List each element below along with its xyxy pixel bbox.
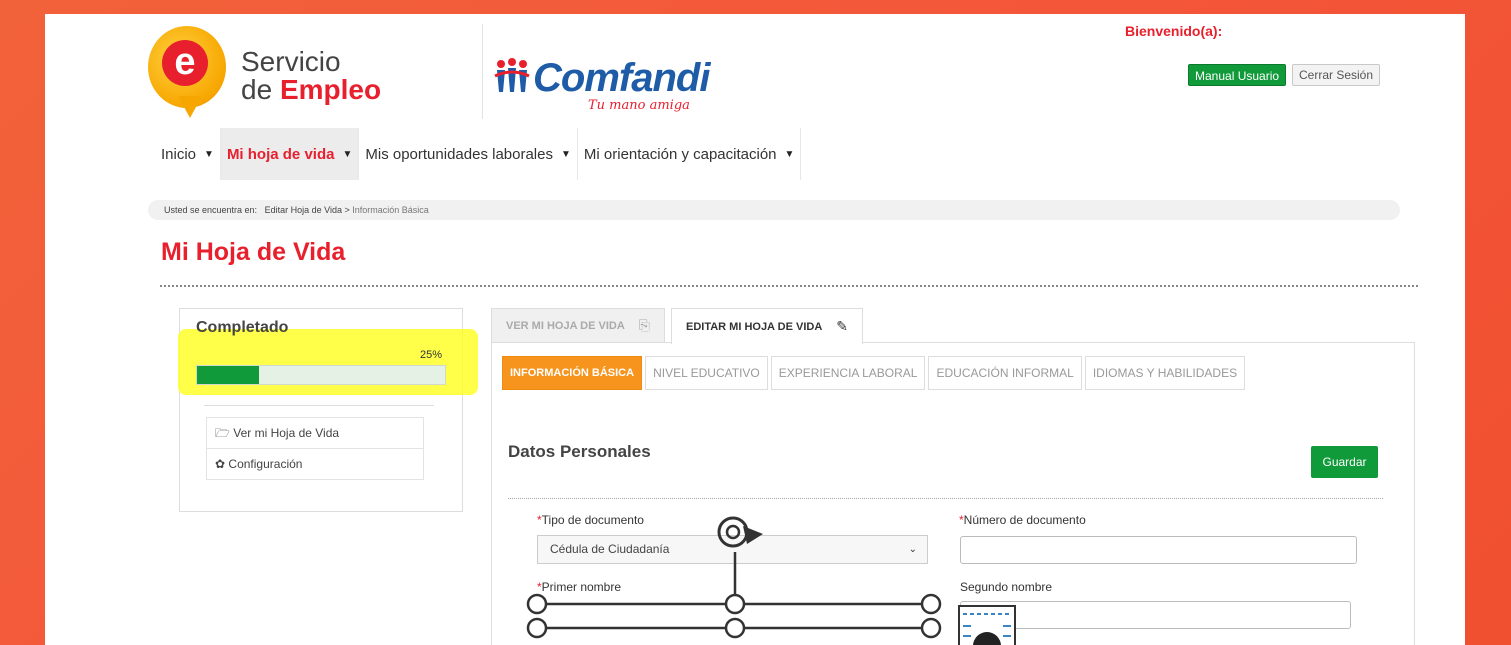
logout-button[interactable]: Cerrar Sesión	[1292, 64, 1381, 86]
main-nav: Inicio ▼ Mi hoja de vida ▼ Mis oportunid…	[155, 128, 802, 180]
app-page: e Servicio de Empleo Comfandi Tu mano am…	[45, 14, 1465, 645]
logo-word-empleo: de Empleo	[241, 74, 382, 105]
progress-panel: Completado 25% 🗁 Ver mi Hoja de Vida ✿ C…	[178, 308, 478, 512]
family-icon	[493, 58, 531, 105]
progress-bar-fill	[197, 366, 259, 384]
caret-down-icon: ▼	[342, 148, 353, 160]
welcome-text: Bienvenido(a):	[1125, 23, 1223, 39]
section-title: Datos Personales	[508, 442, 651, 461]
servicio-empleo-logo[interactable]: e Servicio de Empleo	[148, 26, 398, 126]
caret-down-icon: ▼	[204, 148, 214, 160]
header-divider	[482, 24, 483, 119]
first-name-label: *Primer nombre	[537, 580, 622, 594]
configuracion-link[interactable]: ✿ Configuración	[206, 448, 424, 480]
page-title: Mi Hoja de Vida	[161, 238, 346, 266]
nav-item-oportunidades[interactable]: Mis oportunidades laborales ▼	[359, 128, 578, 180]
progress-title: Completado	[196, 319, 289, 336]
breadcrumb-current: Información Básica	[352, 205, 429, 215]
subtab-nivel-educativo[interactable]: NIVEL EDUCATIVO	[645, 356, 768, 390]
caret-down-icon: ▼	[561, 148, 571, 160]
subtab-idiomas-habilidades[interactable]: IDIOMAS Y HABILIDADES	[1084, 356, 1246, 390]
highlight-marker	[178, 329, 478, 395]
subtab-educacion-informal[interactable]: EDUCACIÓN INFORMAL	[928, 356, 1082, 390]
comfandi-tagline: Tu mano amiga	[588, 98, 690, 113]
nav-item-orientacion[interactable]: Mi orientación y capacitación ▼	[578, 128, 802, 180]
doc-type-select[interactable]: Cédula de Ciudadanía ⌄	[537, 535, 928, 564]
doc-type-label: *Tipo de documento	[537, 513, 644, 527]
doc-number-input[interactable]	[960, 536, 1357, 564]
logo-letter: e	[162, 40, 208, 86]
subtab-experiencia-laboral[interactable]: EXPERIENCIA LABORAL	[770, 356, 926, 390]
search-doc-icon: ⎘	[638, 317, 650, 333]
chevron-down-icon: ⌄	[908, 544, 917, 555]
tab-ver-hoja-de-vida[interactable]: VER MI HOJA DE VIDA ⎘	[491, 308, 665, 342]
second-name-label: Segundo nombre	[960, 580, 1053, 594]
logo-word-servicio: Servicio	[241, 46, 341, 77]
progress-percent: 25%	[420, 349, 443, 361]
doc-number-label: *Número de documento	[959, 513, 1086, 527]
ver-hoja-de-vida-link[interactable]: 🗁 Ver mi Hoja de Vida	[206, 417, 424, 449]
gear-icon: ✿	[215, 457, 226, 471]
tab-editar-hoja-de-vida[interactable]: EDITAR MI HOJA DE VIDA ✎	[670, 308, 864, 344]
breadcrumb: Usted se encuentra en: Editar Hoja de Vi…	[148, 200, 1400, 220]
breadcrumb-link[interactable]: Editar Hoja de Vida	[265, 205, 342, 215]
comfandi-name: Comfandi	[533, 56, 710, 100]
progress-bar	[196, 365, 446, 385]
main-tabs: VER MI HOJA DE VIDA ⎘ EDITAR MI HOJA DE …	[491, 308, 869, 344]
caret-down-icon: ▼	[784, 148, 795, 160]
folder-open-icon: 🗁	[215, 426, 230, 440]
title-divider	[160, 285, 1418, 287]
nav-item-mi-hoja-de-vida[interactable]: Mi hoja de vida ▼	[220, 128, 360, 180]
comfandi-logo[interactable]: Comfandi Tu mano amiga	[493, 54, 710, 124]
form-divider	[508, 498, 1383, 499]
edit-icon: ✎	[836, 318, 849, 334]
nav-item-inicio[interactable]: Inicio ▼	[155, 128, 221, 180]
subtab-informacion-basica[interactable]: INFORMACIÓN BÁSICA	[502, 356, 643, 390]
second-name-input[interactable]	[960, 601, 1351, 629]
save-button[interactable]: Guardar	[1311, 446, 1378, 478]
section-subtabs: INFORMACIÓN BÁSICA NIVEL EDUCATIVO EXPER…	[502, 356, 1248, 390]
manual-usuario-button[interactable]: Manual Usuario	[1188, 64, 1287, 86]
first-name-input[interactable]	[537, 602, 929, 630]
